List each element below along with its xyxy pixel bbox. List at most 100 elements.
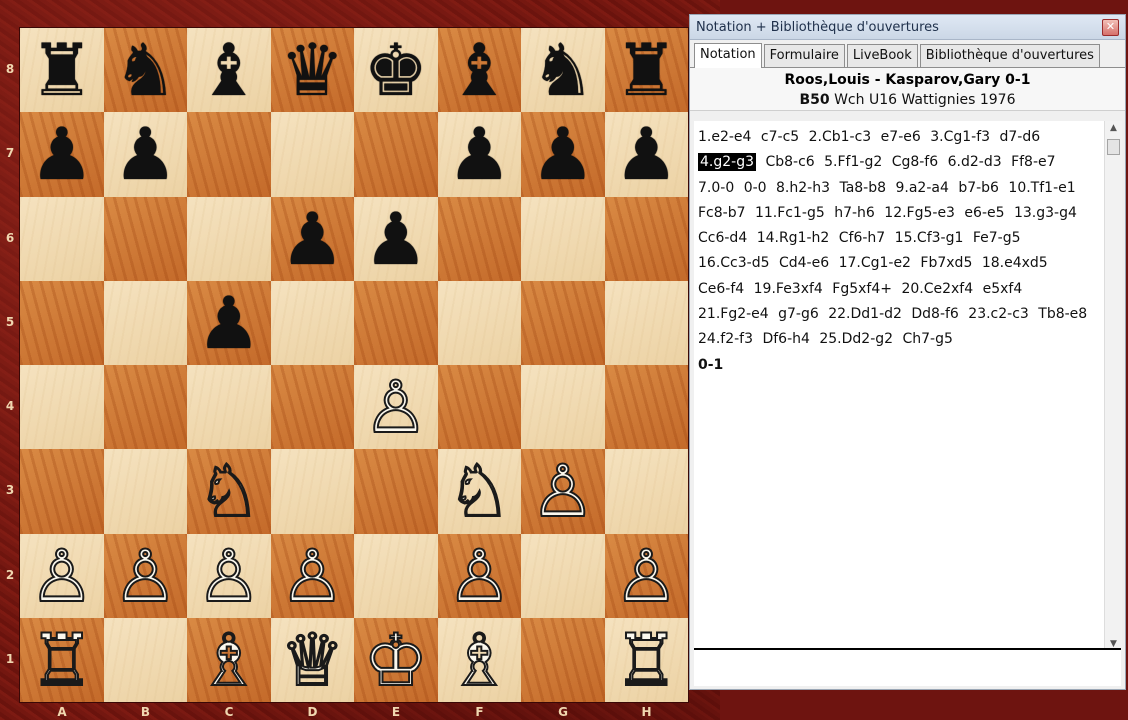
comment-box[interactable]: [694, 648, 1121, 686]
move-token[interactable]: 16.Cc3-d5: [698, 255, 770, 271]
square-f2[interactable]: ♙: [437, 533, 521, 618]
move-token[interactable]: e7-e6: [881, 129, 921, 145]
move-token[interactable]: Ta8-b8: [839, 180, 886, 196]
move-token[interactable]: 18.e4xd5: [982, 255, 1048, 271]
tab-livebook[interactable]: LiveBook: [846, 44, 918, 67]
square-c6[interactable]: [187, 196, 271, 281]
white-bishop-icon[interactable]: ♗: [446, 623, 513, 697]
square-c7[interactable]: [187, 112, 271, 197]
square-b4[interactable]: [103, 365, 187, 450]
square-f8[interactable]: ♝: [437, 28, 521, 113]
square-e6[interactable]: ♟: [354, 196, 438, 281]
white-rook-icon[interactable]: ♖: [613, 623, 680, 697]
square-e5[interactable]: [354, 280, 438, 365]
square-h4[interactable]: [604, 365, 688, 450]
move-token[interactable]: 17.Cg1-e2: [839, 255, 911, 271]
moves-scrollbar[interactable]: ▲ ▼: [1104, 121, 1122, 651]
move-token[interactable]: 21.Fg2-e4: [698, 306, 769, 322]
black-bishop-icon[interactable]: ♝: [447, 34, 512, 106]
square-c4[interactable]: [187, 365, 271, 450]
move-token[interactable]: Cb8-c6: [765, 154, 814, 170]
current-move[interactable]: 4.g2-g3: [698, 153, 756, 172]
square-e7[interactable]: [354, 112, 438, 197]
move-token[interactable]: 2.Cb1-c3: [809, 129, 872, 145]
move-token[interactable]: Cf6-h7: [839, 230, 885, 246]
square-h5[interactable]: [604, 280, 688, 365]
square-b2[interactable]: ♙: [103, 533, 187, 618]
move-token[interactable]: g7-g6: [778, 306, 819, 322]
square-g8[interactable]: ♞: [521, 28, 605, 113]
square-f6[interactable]: [437, 196, 521, 281]
black-pawn-icon[interactable]: ♟: [530, 118, 595, 190]
black-rook-icon[interactable]: ♜: [29, 34, 94, 106]
white-pawn-icon[interactable]: ♙: [362, 370, 429, 444]
square-a2[interactable]: ♙: [20, 533, 104, 618]
square-g4[interactable]: [521, 365, 605, 450]
square-a8[interactable]: ♜: [20, 28, 104, 113]
move-token[interactable]: 7.0-0: [698, 180, 734, 196]
square-c5[interactable]: ♟: [187, 280, 271, 365]
square-f4[interactable]: [437, 365, 521, 450]
white-pawn-icon[interactable]: ♙: [112, 539, 179, 613]
move-token[interactable]: 10.Tf1-e1: [1008, 180, 1075, 196]
move-token[interactable]: d7-d6: [1000, 129, 1041, 145]
black-pawn-icon[interactable]: ♟: [196, 287, 261, 359]
square-g3[interactable]: ♙: [521, 449, 605, 534]
move-token[interactable]: Cc6-d4: [698, 230, 747, 246]
move-token[interactable]: 14.Rg1-h2: [757, 230, 830, 246]
white-pawn-icon[interactable]: ♙: [195, 539, 262, 613]
black-knight-icon[interactable]: ♞: [113, 34, 178, 106]
black-pawn-icon[interactable]: ♟: [280, 203, 345, 275]
white-pawn-icon[interactable]: ♙: [529, 454, 596, 528]
square-d3[interactable]: [270, 449, 354, 534]
square-c1[interactable]: ♗: [187, 617, 271, 702]
black-knight-icon[interactable]: ♞: [530, 34, 595, 106]
move-token[interactable]: 20.Ce2xf4: [901, 281, 973, 297]
chess-board[interactable]: ♜ ♞ ♝ ♛ ♚ ♝ ♞ ♜ ♟ ♟ ♟ ♟ ♟ ♟ ♟ ♟ ♙ ♘ ♘ ♙ ♙ ♙ ♙ ♙ ♙ ♙ ♖ ♗ ♕ ♔ ♗ ♖: [20, 28, 688, 702]
square-a7[interactable]: ♟: [20, 112, 104, 197]
square-h7[interactable]: ♟: [604, 112, 688, 197]
move-token[interactable]: b7-b6: [958, 180, 999, 196]
move-token[interactable]: Cd4-e6: [779, 255, 829, 271]
black-pawn-icon[interactable]: ♟: [113, 118, 178, 190]
white-bishop-icon[interactable]: ♗: [195, 623, 262, 697]
white-knight-icon[interactable]: ♘: [446, 454, 513, 528]
square-g2[interactable]: [521, 533, 605, 618]
move-token[interactable]: h7-h6: [834, 205, 875, 221]
square-b7[interactable]: ♟: [103, 112, 187, 197]
move-token[interactable]: 5.Ff1-g2: [824, 154, 882, 170]
square-b6[interactable]: [103, 196, 187, 281]
tab-notation[interactable]: Notation: [694, 43, 762, 68]
move-token[interactable]: Dd8-f6: [911, 306, 958, 322]
tab-biblioth-que-d-ouvertures[interactable]: Bibliothèque d'ouvertures: [919, 44, 1100, 67]
square-a6[interactable]: [20, 196, 104, 281]
square-e1[interactable]: ♔: [354, 617, 438, 702]
move-token[interactable]: e6-e5: [964, 205, 1004, 221]
square-f1[interactable]: ♗: [437, 617, 521, 702]
black-pawn-icon[interactable]: ♟: [363, 203, 428, 275]
black-pawn-icon[interactable]: ♟: [614, 118, 679, 190]
move-token[interactable]: Ce6-f4: [698, 281, 744, 297]
move-token[interactable]: Fe7-g5: [973, 230, 1021, 246]
square-h1[interactable]: ♖: [604, 617, 688, 702]
square-d1[interactable]: ♕: [270, 617, 354, 702]
move-token[interactable]: 24.f2-f3: [698, 331, 753, 347]
square-b1[interactable]: [103, 617, 187, 702]
move-token[interactable]: Fb7xd5: [920, 255, 972, 271]
move-token[interactable]: Ch7-g5: [903, 331, 953, 347]
move-token[interactable]: Fg5xf4+: [832, 281, 892, 297]
square-a3[interactable]: [20, 449, 104, 534]
moves-list[interactable]: 1.e2-e4 c7-c5 2.Cb1-c3 e7-e6 3.Cg1-f3 d7…: [694, 121, 1105, 651]
square-a5[interactable]: [20, 280, 104, 365]
square-d8[interactable]: ♛: [270, 28, 354, 113]
move-token[interactable]: 0-0: [744, 180, 767, 196]
square-h8[interactable]: ♜: [604, 28, 688, 113]
black-pawn-icon[interactable]: ♟: [29, 118, 94, 190]
black-rook-icon[interactable]: ♜: [614, 34, 679, 106]
move-token[interactable]: 22.Dd1-d2: [828, 306, 902, 322]
square-g5[interactable]: [521, 280, 605, 365]
move-token[interactable]: 13.g3-g4: [1014, 205, 1077, 221]
move-token[interactable]: 6.d2-d3: [948, 154, 1002, 170]
square-h3[interactable]: [604, 449, 688, 534]
black-queen-icon[interactable]: ♛: [280, 34, 345, 106]
